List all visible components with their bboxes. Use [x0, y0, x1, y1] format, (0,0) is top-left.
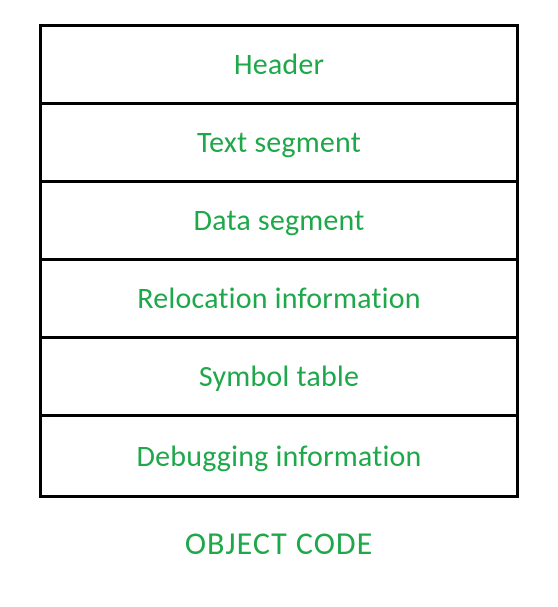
object-code-table: Header Text segment Data segment Relocat…	[39, 24, 519, 498]
table-row: Header	[42, 27, 516, 105]
table-row: Data segment	[42, 183, 516, 261]
diagram-caption: OBJECT CODE	[185, 524, 373, 563]
table-row: Relocation information	[42, 261, 516, 339]
row-label: Data segment	[194, 202, 365, 239]
row-label: Debugging information	[136, 438, 421, 475]
row-label: Text segment	[197, 124, 361, 161]
table-row: Debugging information	[42, 417, 516, 495]
table-row: Symbol table	[42, 339, 516, 417]
row-label: Relocation information	[137, 280, 420, 317]
row-label: Header	[234, 46, 324, 83]
row-label: Symbol table	[199, 358, 359, 395]
table-row: Text segment	[42, 105, 516, 183]
